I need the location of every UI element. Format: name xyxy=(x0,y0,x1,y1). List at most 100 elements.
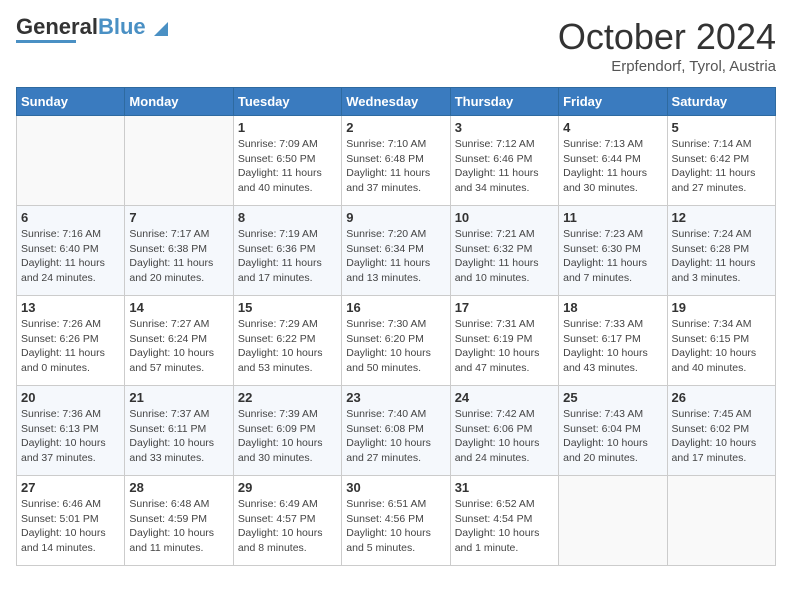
logo-text: GeneralBlue xyxy=(16,16,146,38)
calendar-cell: 7 Sunrise: 7:17 AM Sunset: 6:38 PM Daylig… xyxy=(125,206,233,296)
day-info: Sunrise: 7:42 AM Sunset: 6:06 PM Dayligh… xyxy=(455,407,554,466)
day-info: Sunrise: 7:19 AM Sunset: 6:36 PM Dayligh… xyxy=(238,227,337,286)
location: Erpfendorf, Tyrol, Austria xyxy=(558,58,776,75)
calendar-cell xyxy=(125,116,233,206)
day-info: Sunrise: 7:09 AM Sunset: 6:50 PM Dayligh… xyxy=(238,137,337,196)
calendar-cell: 27Sunrise: 6:46 AM Sunset: 5:01 PM Dayli… xyxy=(17,476,125,566)
day-info: Sunrise: 6:46 AM Sunset: 5:01 PM Dayligh… xyxy=(21,497,120,556)
calendar-cell: 26 Sunrise: 7:45 AM Sunset: 6:02 PM Dayli… xyxy=(667,386,775,476)
day-number: 7 xyxy=(129,210,228,225)
weekday-header: Saturday xyxy=(667,88,775,116)
day-number: 8 xyxy=(238,210,337,225)
day-number: 14 xyxy=(129,300,228,315)
day-info: Sunrise: 7:23 AM Sunset: 6:30 PM Dayligh… xyxy=(563,227,662,286)
calendar-cell xyxy=(667,476,775,566)
calendar-cell: 30Sunrise: 6:51 AM Sunset: 4:56 PM Dayli… xyxy=(342,476,450,566)
day-info: Sunrise: 7:30 AM Sunset: 6:20 PM Dayligh… xyxy=(346,317,445,376)
calendar-cell: 6 Sunrise: 7:16 AM Sunset: 6:40 PM Daylig… xyxy=(17,206,125,296)
calendar-cell: 9 Sunrise: 7:20 AM Sunset: 6:34 PM Daylig… xyxy=(342,206,450,296)
calendar-cell: 22 Sunrise: 7:39 AM Sunset: 6:09 PM Dayli… xyxy=(233,386,341,476)
calendar-cell: 13 Sunrise: 7:26 AM Sunset: 6:26 PM Dayli… xyxy=(17,296,125,386)
calendar-cell: 24 Sunrise: 7:42 AM Sunset: 6:06 PM Dayli… xyxy=(450,386,558,476)
logo-icon xyxy=(148,18,168,38)
calendar-cell: 17Sunrise: 7:31 AM Sunset: 6:19 PM Dayli… xyxy=(450,296,558,386)
day-info: Sunrise: 6:52 AM Sunset: 4:54 PM Dayligh… xyxy=(455,497,554,556)
calendar-header: SundayMondayTuesdayWednesdayThursdayFrid… xyxy=(17,88,776,116)
calendar-cell: 25 Sunrise: 7:43 AM Sunset: 6:04 PM Dayli… xyxy=(559,386,667,476)
weekday-header: Wednesday xyxy=(342,88,450,116)
day-number: 26 xyxy=(672,390,771,405)
weekday-header: Sunday xyxy=(17,88,125,116)
day-number: 23 xyxy=(346,390,445,405)
weekday-row: SundayMondayTuesdayWednesdayThursdayFrid… xyxy=(17,88,776,116)
weekday-header: Tuesday xyxy=(233,88,341,116)
day-info: Sunrise: 7:14 AM Sunset: 6:42 PM Dayligh… xyxy=(672,137,771,196)
day-number: 9 xyxy=(346,210,445,225)
calendar-cell: 4 Sunrise: 7:13 AM Sunset: 6:44 PM Daylig… xyxy=(559,116,667,206)
day-number: 24 xyxy=(455,390,554,405)
day-number: 11 xyxy=(563,210,662,225)
day-info: Sunrise: 7:29 AM Sunset: 6:22 PM Dayligh… xyxy=(238,317,337,376)
calendar-cell: 1 Sunrise: 7:09 AM Sunset: 6:50 PM Daylig… xyxy=(233,116,341,206)
day-number: 4 xyxy=(563,120,662,135)
page-header: GeneralBlue October 2024 Erpfendorf, Tyr… xyxy=(16,16,776,75)
calendar-cell: 19Sunrise: 7:34 AM Sunset: 6:15 PM Dayli… xyxy=(667,296,775,386)
day-info: Sunrise: 7:10 AM Sunset: 6:48 PM Dayligh… xyxy=(346,137,445,196)
day-info: Sunrise: 7:39 AM Sunset: 6:09 PM Dayligh… xyxy=(238,407,337,466)
day-info: Sunrise: 7:13 AM Sunset: 6:44 PM Dayligh… xyxy=(563,137,662,196)
calendar-cell: 20Sunrise: 7:36 AM Sunset: 6:13 PM Dayli… xyxy=(17,386,125,476)
day-number: 18 xyxy=(563,300,662,315)
calendar-week-row: 6 Sunrise: 7:16 AM Sunset: 6:40 PM Daylig… xyxy=(17,206,776,296)
calendar-cell: 29Sunrise: 6:49 AM Sunset: 4:57 PM Dayli… xyxy=(233,476,341,566)
day-info: Sunrise: 7:33 AM Sunset: 6:17 PM Dayligh… xyxy=(563,317,662,376)
calendar-table: SundayMondayTuesdayWednesdayThursdayFrid… xyxy=(16,87,776,566)
day-number: 15 xyxy=(238,300,337,315)
month-title: October 2024 xyxy=(558,16,776,58)
calendar-cell: 2Sunrise: 7:10 AM Sunset: 6:48 PM Daylig… xyxy=(342,116,450,206)
calendar-cell: 21Sunrise: 7:37 AM Sunset: 6:11 PM Dayli… xyxy=(125,386,233,476)
day-number: 1 xyxy=(238,120,337,135)
calendar-cell: 14Sunrise: 7:27 AM Sunset: 6:24 PM Dayli… xyxy=(125,296,233,386)
calendar-cell xyxy=(17,116,125,206)
calendar-cell: 11 Sunrise: 7:23 AM Sunset: 6:30 PM Dayli… xyxy=(559,206,667,296)
day-info: Sunrise: 7:43 AM Sunset: 6:04 PM Dayligh… xyxy=(563,407,662,466)
calendar-cell: 23 Sunrise: 7:40 AM Sunset: 6:08 PM Dayli… xyxy=(342,386,450,476)
day-number: 21 xyxy=(129,390,228,405)
calendar-cell: 18 Sunrise: 7:33 AM Sunset: 6:17 PM Dayli… xyxy=(559,296,667,386)
weekday-header: Monday xyxy=(125,88,233,116)
day-number: 13 xyxy=(21,300,120,315)
weekday-header: Thursday xyxy=(450,88,558,116)
day-number: 29 xyxy=(238,480,337,495)
day-info: Sunrise: 7:40 AM Sunset: 6:08 PM Dayligh… xyxy=(346,407,445,466)
day-info: Sunrise: 7:45 AM Sunset: 6:02 PM Dayligh… xyxy=(672,407,771,466)
day-info: Sunrise: 7:31 AM Sunset: 6:19 PM Dayligh… xyxy=(455,317,554,376)
day-number: 28 xyxy=(129,480,228,495)
calendar-week-row: 1 Sunrise: 7:09 AM Sunset: 6:50 PM Daylig… xyxy=(17,116,776,206)
calendar-cell xyxy=(559,476,667,566)
calendar-cell: 5 Sunrise: 7:14 AM Sunset: 6:42 PM Daylig… xyxy=(667,116,775,206)
day-number: 25 xyxy=(563,390,662,405)
day-number: 6 xyxy=(21,210,120,225)
day-info: Sunrise: 7:20 AM Sunset: 6:34 PM Dayligh… xyxy=(346,227,445,286)
day-info: Sunrise: 7:17 AM Sunset: 6:38 PM Dayligh… xyxy=(129,227,228,286)
calendar-cell: 16 Sunrise: 7:30 AM Sunset: 6:20 PM Dayli… xyxy=(342,296,450,386)
day-number: 31 xyxy=(455,480,554,495)
day-info: Sunrise: 7:26 AM Sunset: 6:26 PM Dayligh… xyxy=(21,317,120,376)
day-number: 10 xyxy=(455,210,554,225)
calendar-week-row: 13 Sunrise: 7:26 AM Sunset: 6:26 PM Dayli… xyxy=(17,296,776,386)
day-number: 20 xyxy=(21,390,120,405)
day-info: Sunrise: 6:51 AM Sunset: 4:56 PM Dayligh… xyxy=(346,497,445,556)
day-number: 5 xyxy=(672,120,771,135)
day-info: Sunrise: 7:21 AM Sunset: 6:32 PM Dayligh… xyxy=(455,227,554,286)
day-number: 22 xyxy=(238,390,337,405)
title-block: October 2024 Erpfendorf, Tyrol, Austria xyxy=(558,16,776,75)
day-info: Sunrise: 7:16 AM Sunset: 6:40 PM Dayligh… xyxy=(21,227,120,286)
day-info: Sunrise: 7:12 AM Sunset: 6:46 PM Dayligh… xyxy=(455,137,554,196)
day-info: Sunrise: 6:48 AM Sunset: 4:59 PM Dayligh… xyxy=(129,497,228,556)
day-info: Sunrise: 7:24 AM Sunset: 6:28 PM Dayligh… xyxy=(672,227,771,286)
calendar-cell: 8 Sunrise: 7:19 AM Sunset: 6:36 PM Daylig… xyxy=(233,206,341,296)
day-number: 16 xyxy=(346,300,445,315)
calendar-cell: 3Sunrise: 7:12 AM Sunset: 6:46 PM Daylig… xyxy=(450,116,558,206)
calendar-cell: 12Sunrise: 7:24 AM Sunset: 6:28 PM Dayli… xyxy=(667,206,775,296)
calendar-cell: 15 Sunrise: 7:29 AM Sunset: 6:22 PM Dayli… xyxy=(233,296,341,386)
